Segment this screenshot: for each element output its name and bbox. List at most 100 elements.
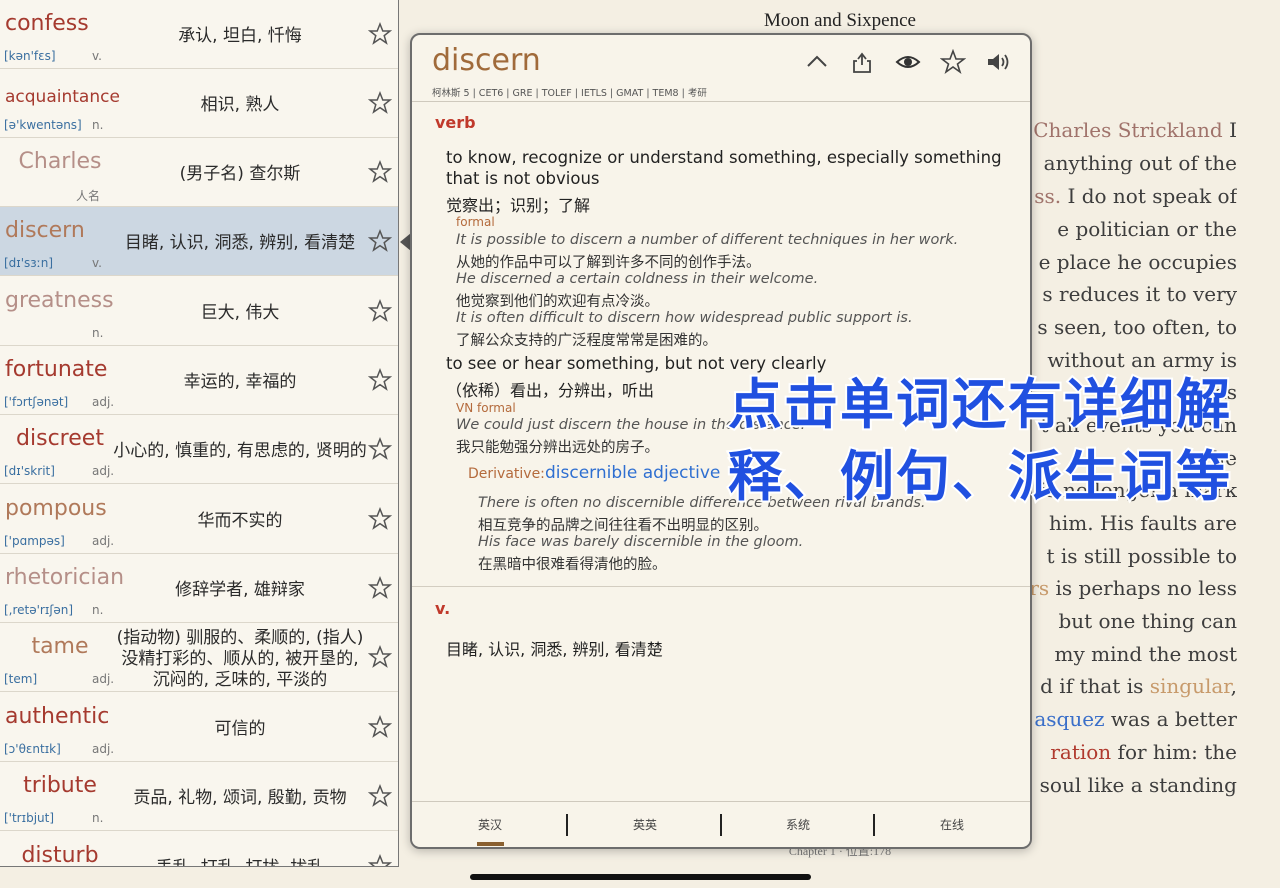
word-translation: 相识, 熟人 bbox=[112, 81, 368, 129]
word-headword[interactable]: pompous bbox=[5, 496, 113, 521]
example-en: It is possible to discern a number of di… bbox=[456, 232, 959, 248]
tab-online[interactable]: 在线 bbox=[912, 816, 992, 833]
word-list-item[interactable]: fortunate ['fɔrtʃənət] adj. 幸运的, 幸福的 bbox=[0, 346, 398, 415]
word-headword[interactable]: discreet bbox=[5, 426, 115, 451]
word-headword[interactable]: acquaintance bbox=[5, 87, 120, 107]
book-text-line[interactable]: ss. I do not speak of bbox=[1000, 180, 1237, 213]
word-translation: 丢乱, 打乱, 打扰, 扰乱 bbox=[112, 844, 368, 867]
star-icon[interactable] bbox=[367, 228, 393, 253]
word-translation-text: (指动物) 驯服的、柔顺的, (指人) 没精打彩的、顺从的, 被开垦的, 沉闷的… bbox=[116, 627, 364, 690]
star-icon[interactable] bbox=[367, 783, 393, 808]
book-text-line[interactable]: s reduces it to very bbox=[1000, 278, 1237, 311]
word-translation-text: 可信的 bbox=[214, 718, 266, 739]
book-text-line[interactable]: ration for him: the bbox=[1000, 736, 1237, 769]
star-icon[interactable] bbox=[367, 853, 393, 866]
text-span: s seen, too often, to bbox=[1037, 315, 1237, 339]
word-headword[interactable]: confess bbox=[5, 11, 113, 36]
tab-en-cn[interactable]: 英汉 bbox=[450, 816, 530, 833]
word-list-item[interactable]: tame [tem] adj. (指动物) 驯服的、柔顺的, (指人) 没精打彩的、顺… bbox=[0, 623, 398, 692]
book-text-line[interactable]: anything out of the bbox=[1000, 147, 1237, 180]
star-icon[interactable] bbox=[367, 436, 393, 461]
chevron-up-icon[interactable] bbox=[804, 49, 830, 75]
word-list-item[interactable]: greatness n. 巨大, 伟大 bbox=[0, 277, 398, 346]
eye-icon[interactable] bbox=[895, 49, 921, 75]
word-phonetic: ['trɪbjut] bbox=[4, 811, 55, 825]
star-icon[interactable] bbox=[367, 714, 393, 739]
word-list-item[interactable]: confess [kən'fɛs] v. 承认, 坦白, 忏悔 bbox=[0, 0, 398, 69]
word-translation-text: 贡品, 礼物, 颂词, 殷勤, 贡物 bbox=[133, 787, 347, 808]
word-list-item[interactable]: authentic [ɔ'θɛntɪk] adj. 可信的 bbox=[0, 693, 398, 762]
book-text-line[interactable]: e politician or the bbox=[1000, 213, 1237, 246]
word-phonetic: ['pɑmpəs] bbox=[4, 534, 65, 548]
word-list[interactable]: confess [kən'fɛs] v. 承认, 坦白, 忏悔 acquaintance… bbox=[0, 0, 399, 867]
word-phonetic: [tem] bbox=[4, 672, 38, 686]
tab-en-en[interactable]: 英英 bbox=[605, 816, 685, 833]
highlighted-word[interactable]: Charles Strickland bbox=[1033, 118, 1223, 142]
star-icon[interactable] bbox=[367, 644, 393, 669]
word-headword[interactable]: fortunate bbox=[5, 357, 113, 382]
book-text-line[interactable]: d if that is singular, bbox=[1000, 670, 1237, 703]
tab-system[interactable]: 系统 bbox=[758, 816, 838, 833]
star-icon[interactable] bbox=[940, 49, 966, 75]
word-translation: 承认, 坦白, 忏悔 bbox=[112, 12, 368, 60]
highlighted-word[interactable]: ss. bbox=[1034, 184, 1061, 208]
derivative-word[interactable]: discernible adjective bbox=[545, 463, 720, 483]
book-text-line[interactable]: s seen, too often, to bbox=[1000, 311, 1237, 344]
word-pos: adj. bbox=[92, 742, 115, 756]
star-icon[interactable] bbox=[367, 575, 393, 600]
star-icon[interactable] bbox=[367, 159, 393, 184]
text-span: t is still possible to bbox=[1046, 544, 1238, 568]
word-headword[interactable]: authentic bbox=[5, 704, 113, 729]
home-indicator[interactable] bbox=[470, 874, 811, 880]
tab-divider bbox=[720, 814, 722, 836]
word-list-item[interactable]: acquaintance [ə'kwentəns] n. 相识, 熟人 bbox=[0, 69, 398, 138]
word-list-item[interactable]: pompous ['pɑmpəs] adj. 华而不实的 bbox=[0, 485, 398, 554]
book-text-line[interactable]: t is still possible to bbox=[1000, 540, 1238, 573]
word-headword[interactable]: rhetorician bbox=[5, 565, 124, 590]
text-span: , bbox=[1230, 674, 1237, 698]
book-text-line[interactable]: e place he occupies bbox=[1000, 246, 1237, 279]
word-headword[interactable]: Charles bbox=[5, 149, 115, 174]
word-headword[interactable]: disturb bbox=[5, 843, 115, 866]
word-headword[interactable]: tame bbox=[5, 634, 115, 659]
word-list-item[interactable]: Charles 人名 (男子名) 查尔斯 bbox=[0, 138, 398, 207]
book-text-line[interactable]: rs is perhaps no less bbox=[1000, 572, 1237, 605]
example-cn: 从她的作品中可以了解到许多不同的创作手法。 bbox=[456, 255, 761, 271]
speaker-icon[interactable] bbox=[985, 49, 1011, 75]
book-text-line[interactable]: Charles Strickland I bbox=[1000, 114, 1237, 147]
word-headword[interactable]: discern bbox=[5, 218, 113, 243]
book-text-line[interactable]: him. His faults are bbox=[1000, 507, 1237, 540]
word-list-item[interactable]: rhetorician [,retə'rɪʃən] n. 修辞学者, 雄辩家 bbox=[0, 554, 398, 623]
word-pos: n. bbox=[92, 603, 104, 617]
definition-text: that is not obvious bbox=[446, 169, 600, 188]
word-translation: 巨大, 伟大 bbox=[112, 289, 368, 337]
highlighted-word[interactable]: ration bbox=[1050, 740, 1111, 764]
word-translation-text: 修辞学者, 雄辩家 bbox=[175, 579, 305, 600]
highlighted-word[interactable]: asquez bbox=[1034, 707, 1104, 731]
star-icon[interactable] bbox=[367, 90, 393, 115]
star-icon[interactable] bbox=[367, 21, 393, 46]
book-text-line[interactable]: my mind the most bbox=[1000, 638, 1237, 671]
word-list-item[interactable]: tribute ['trɪbjut] n. 贡品, 礼物, 颂词, 殷勤, 贡物 bbox=[0, 762, 398, 831]
word-headword[interactable]: greatness bbox=[5, 288, 114, 313]
exam-tags: 柯林斯 5 | CET6 | GRE | TOLEF | IETLS | GMA… bbox=[432, 88, 707, 99]
word-list-item[interactable]: discern [dɪ'sɜːn] v. 目睹, 认识, 洞悉, 辨别, 看清楚 bbox=[0, 207, 398, 276]
word-list-item[interactable]: discreet [dɪ'skrit] adj. 小心的, 慎重的, 有思虑的, 贤明… bbox=[0, 415, 398, 484]
book-text-line[interactable]: asquez was a better bbox=[1000, 703, 1237, 736]
word-translation-text: (男子名) 查尔斯 bbox=[179, 163, 301, 184]
highlighted-word[interactable]: singular bbox=[1150, 674, 1231, 698]
star-icon[interactable] bbox=[367, 367, 393, 392]
highlighted-word[interactable]: rs bbox=[1029, 576, 1049, 600]
star-icon[interactable] bbox=[367, 506, 393, 531]
text-span: my mind the most bbox=[1054, 642, 1237, 666]
word-translation-text: 承认, 坦白, 忏悔 bbox=[178, 25, 302, 46]
star-icon[interactable] bbox=[367, 298, 393, 323]
word-pos: n. bbox=[92, 811, 104, 825]
word-translation: 可信的 bbox=[112, 705, 368, 753]
book-text-line[interactable]: soul like a standing bbox=[1000, 769, 1237, 802]
word-translation: 贡品, 礼物, 颂词, 殷勤, 贡物 bbox=[112, 774, 368, 822]
book-text-line[interactable]: but one thing can bbox=[1000, 605, 1237, 638]
word-headword[interactable]: tribute bbox=[5, 773, 115, 798]
share-icon[interactable] bbox=[849, 49, 875, 75]
word-list-item[interactable]: disturb 丢乱, 打乱, 打扰, 扰乱 bbox=[0, 832, 398, 867]
